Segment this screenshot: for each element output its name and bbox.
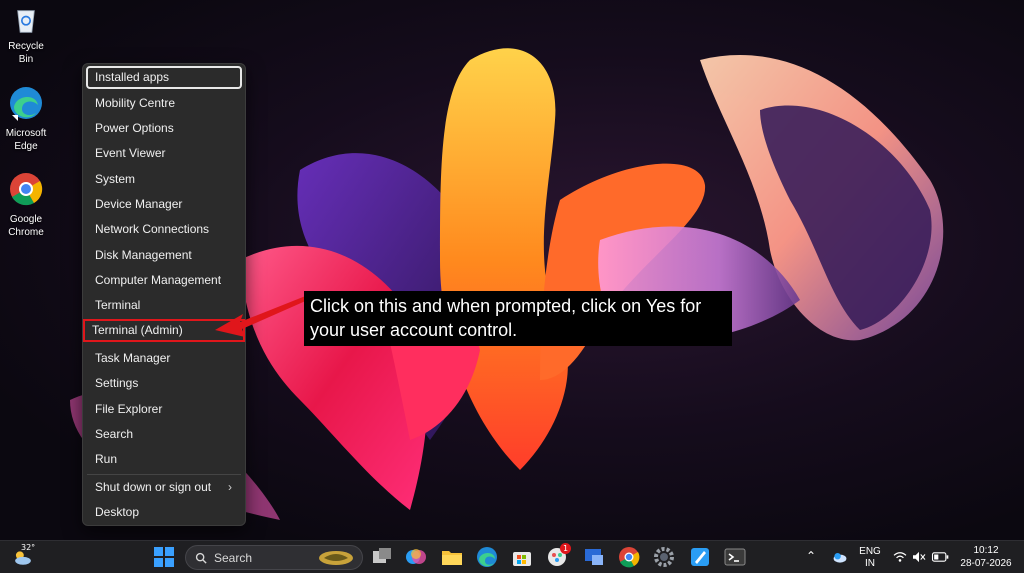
menu-item-system[interactable]: System [86, 168, 242, 191]
edge-icon[interactable] [475, 545, 499, 569]
taskbar: 32° Search 1 ⌃ ENG IN 10:12 28-07-2026 [0, 540, 1024, 573]
red-arrow-annotation [215, 295, 310, 337]
task-view-icon[interactable] [370, 545, 394, 569]
search-icon [195, 552, 207, 564]
menu-item-installed-apps[interactable]: Installed apps [86, 66, 242, 89]
file-explorer-icon[interactable] [440, 545, 464, 569]
copilot-icon[interactable] [404, 545, 428, 569]
menu-item-shut-down-or-sign-out[interactable]: Shut down or sign out › [86, 476, 242, 499]
menu-item-file-explorer[interactable]: File Explorer [86, 398, 242, 421]
settings-icon[interactable] [652, 545, 676, 569]
annotation-callout: Click on this and when prompted, click o… [304, 291, 732, 346]
edge-icon [10, 87, 42, 121]
terminal-icon[interactable] [723, 545, 747, 569]
battery-icon[interactable] [931, 552, 949, 562]
paint-icon[interactable] [688, 545, 712, 569]
menu-item-mobility-centre[interactable]: Mobility Centre [86, 92, 242, 115]
taskbar-search-box[interactable]: Search [185, 545, 363, 570]
menu-item-computer-management[interactable]: Computer Management [86, 269, 242, 292]
clock[interactable]: 10:12 28-07-2026 [958, 544, 1014, 572]
show-hidden-icons-chevron-up-icon[interactable]: ⌃ [806, 549, 816, 563]
wifi-icon[interactable] [893, 551, 907, 563]
cloud-sync-icon[interactable] [832, 550, 848, 564]
desktop-icon-chrome[interactable]: Google Chrome [0, 171, 52, 239]
menu-item-event-viewer[interactable]: Event Viewer [86, 142, 242, 165]
menu-item-device-manager[interactable]: Device Manager [86, 193, 242, 216]
menu-item-disk-management[interactable]: Disk Management [86, 244, 242, 267]
remote-desktop-icon[interactable] [582, 545, 606, 569]
menu-item-power-options[interactable]: Power Options [86, 117, 242, 140]
weather-cloud-icon [15, 551, 31, 565]
microsoft-store-icon[interactable] [510, 545, 534, 569]
desktop-icon-edge[interactable]: Microsoft Edge [0, 85, 52, 153]
menu-item-desktop[interactable]: Desktop [86, 501, 242, 524]
recycle-bin-icon [17, 10, 35, 33]
menu-item-task-manager[interactable]: Task Manager [86, 347, 242, 370]
weather-temperature: 32° [21, 543, 36, 552]
desktop-icon-label: Edge [14, 141, 38, 152]
desktop-icon-label: Recycle Bin [8, 41, 44, 65]
menu-item-search[interactable]: Search [86, 423, 242, 446]
start-icon[interactable] [152, 545, 176, 569]
search-placeholder: Search [214, 551, 253, 565]
menu-item-label: Shut down or sign out [95, 480, 212, 494]
menu-divider [87, 474, 241, 475]
chevron-right-icon: › [228, 480, 232, 494]
chrome-icon [10, 173, 43, 206]
whatsapp-button[interactable]: 1 [545, 543, 571, 569]
desktop: Recycle Bin Microsoft Edge Google Chrome… [0, 0, 1024, 540]
language-code: ENG [859, 546, 881, 557]
notification-badge: 1 [560, 543, 571, 554]
clock-date: 28-07-2026 [960, 558, 1012, 569]
region-code: IN [865, 558, 875, 569]
desktop-icon-recycle-bin[interactable]: Recycle Bin [0, 4, 52, 66]
language-indicator[interactable]: ENG IN [855, 545, 885, 571]
desktop-icon-label: Google [9, 214, 43, 225]
weather-widget[interactable]: 32° [10, 543, 40, 571]
chrome-icon[interactable] [617, 545, 641, 569]
menu-item-settings[interactable]: Settings [86, 372, 242, 395]
search-highlight-doodle-icon [319, 551, 353, 565]
clock-time: 10:12 [973, 545, 999, 556]
volume-muted-icon[interactable] [912, 551, 926, 563]
menu-item-network-connections[interactable]: Network Connections [86, 218, 242, 241]
menu-item-run[interactable]: Run [86, 448, 242, 471]
desktop-icon-label: Chrome [8, 227, 44, 238]
desktop-icon-label: Microsoft [5, 128, 47, 139]
